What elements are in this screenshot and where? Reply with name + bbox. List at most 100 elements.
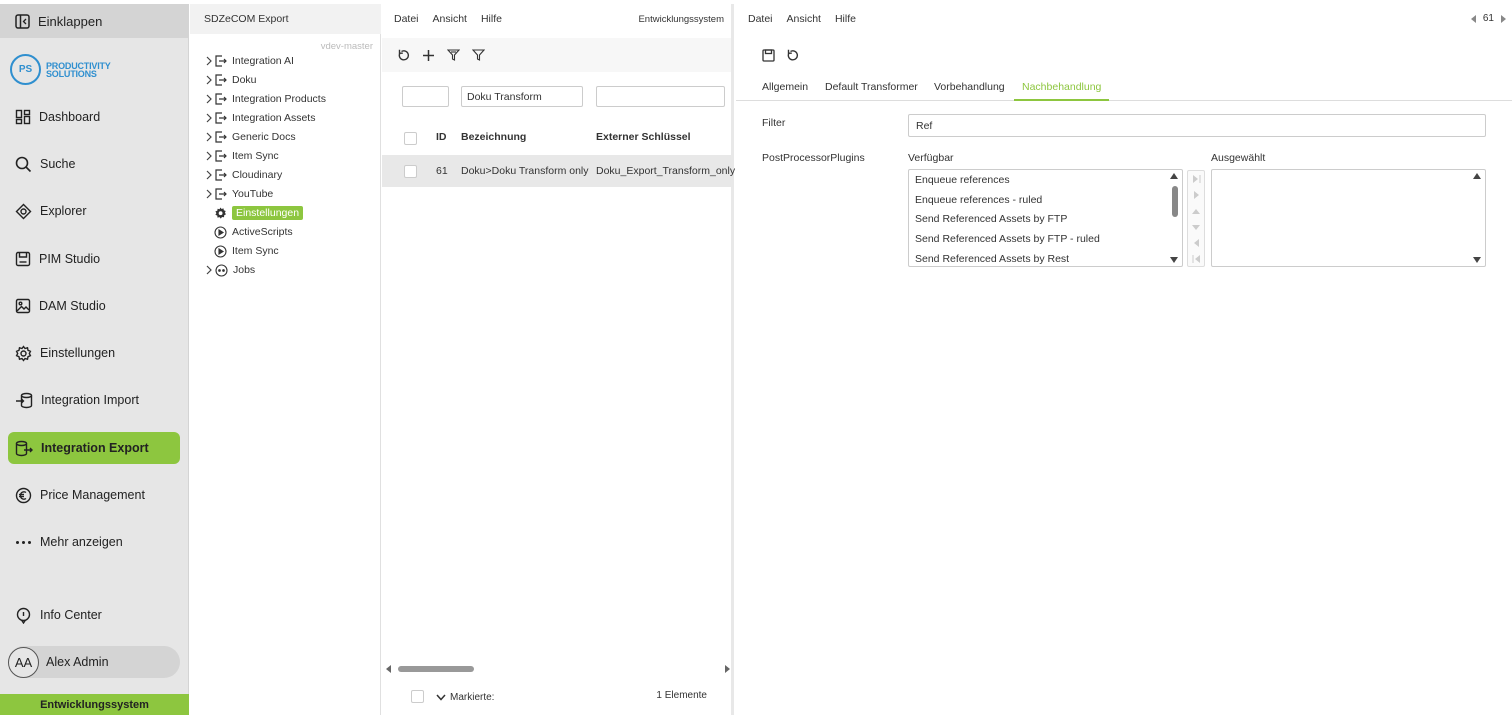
list-item[interactable]: Send Referenced Assets by Rest	[915, 253, 1069, 265]
scroll-down-icon[interactable]	[1473, 257, 1481, 263]
refresh-button[interactable]	[398, 49, 410, 61]
chevron-down-icon[interactable]	[436, 694, 446, 701]
move-all-left-button[interactable]	[1188, 251, 1204, 267]
element-count: 1 Elemente	[656, 690, 707, 701]
chevron-right-icon[interactable]	[204, 56, 214, 66]
scroll-up-icon[interactable]	[1170, 173, 1178, 179]
horizontal-scrollbar[interactable]	[386, 664, 730, 674]
nav-item-integration-export[interactable]: Integration Export	[8, 432, 180, 464]
move-right-icon	[1193, 191, 1199, 199]
reload-button[interactable]	[787, 49, 799, 61]
nav-item-more[interactable]: Mehr anzeigen	[8, 526, 180, 558]
move-up-button[interactable]	[1188, 203, 1204, 219]
tree-node-item-sync[interactable]: Item Sync	[214, 242, 279, 260]
user-menu[interactable]: AA Alex Admin	[8, 646, 180, 678]
tab-allgemein[interactable]: Allgemein	[762, 81, 808, 93]
list-item[interactable]: Enqueue references	[915, 174, 1010, 186]
add-button[interactable]	[422, 49, 435, 62]
nav-item-search[interactable]: Suche	[8, 148, 180, 180]
menu-help[interactable]: Hilfe	[481, 13, 502, 25]
key-filter-input[interactable]	[596, 86, 725, 107]
environment-bar: Entwicklungssystem	[0, 694, 189, 715]
version-label: vdev-master	[320, 41, 373, 52]
chevron-right-icon[interactable]	[204, 189, 214, 199]
column-header-id[interactable]: ID	[436, 131, 447, 143]
collapse-button[interactable]: Einklappen	[0, 4, 189, 38]
nav-item-info-center[interactable]: Info Center	[8, 599, 180, 631]
menu-view[interactable]: Ansicht	[787, 13, 821, 25]
scrollbar-thumb[interactable]	[1172, 186, 1178, 217]
import-icon	[16, 392, 33, 408]
tree-node[interactable]: Generic Docs	[204, 128, 296, 146]
menu-view[interactable]: Ansicht	[433, 13, 467, 25]
scroll-down-icon[interactable]	[1170, 257, 1178, 263]
tree-node[interactable]: Doku	[204, 71, 257, 89]
column-header-key[interactable]: Externer Schlüssel	[596, 131, 691, 143]
next-record-icon[interactable]	[1500, 14, 1506, 23]
filter-label: Filter	[762, 117, 786, 129]
company-logo: PS PRODUCTIVITY SOLUTIONS	[10, 54, 111, 85]
nav-item-integration-import[interactable]: Integration Import	[8, 384, 180, 416]
menu-file[interactable]: Datei	[748, 13, 773, 25]
tree-node-activescripts[interactable]: ActiveScripts	[214, 223, 293, 241]
chevron-right-icon[interactable]	[204, 132, 214, 142]
id-filter-input[interactable]	[402, 86, 449, 107]
tree-node[interactable]: Item Sync	[204, 147, 279, 165]
tree-node[interactable]: Integration AI	[204, 52, 294, 70]
chevron-right-icon[interactable]	[204, 75, 214, 85]
nav-item-price-management[interactable]: Price Management	[8, 479, 180, 511]
tab-default-transformer[interactable]: Default Transformer	[825, 81, 918, 93]
chevron-right-icon[interactable]	[204, 113, 214, 123]
filter-button[interactable]	[472, 49, 485, 61]
scroll-left-icon[interactable]	[386, 665, 392, 673]
scroll-up-icon[interactable]	[1473, 173, 1481, 179]
nav-item-dashboard[interactable]: Dashboard	[8, 101, 180, 133]
tree-node-settings[interactable]: Einstellungen	[214, 204, 304, 222]
available-plugins-list[interactable]: Enqueue references Enqueue references - …	[908, 169, 1183, 267]
nav-item-dam-studio[interactable]: DAM Studio	[8, 290, 180, 322]
user-name: Alex Admin	[46, 655, 109, 669]
gear-icon	[15, 344, 32, 362]
tree-node[interactable]: YouTube	[204, 185, 273, 203]
scroll-right-icon[interactable]	[724, 665, 730, 673]
tab-nachbehandlung[interactable]: Nachbehandlung	[1022, 81, 1101, 93]
filter-reset-button[interactable]	[447, 49, 460, 61]
nav-item-label: Price Management	[40, 488, 145, 502]
detail-menubar: Datei Ansicht Hilfe	[736, 4, 1512, 34]
menu-file[interactable]: Datei	[394, 13, 419, 25]
tree-title: SDZeCOM Export	[190, 4, 381, 34]
tree-node[interactable]: Integration Products	[204, 90, 326, 108]
row-id: 61	[436, 165, 448, 177]
previous-record-icon[interactable]	[1470, 14, 1477, 23]
chevron-right-icon[interactable]	[204, 265, 214, 275]
tree-node[interactable]: Cloudinary	[204, 166, 282, 184]
nav-item-pim-studio[interactable]: PIM Studio	[8, 243, 180, 275]
move-left-button[interactable]	[1188, 235, 1204, 251]
selected-plugins-list[interactable]	[1211, 169, 1486, 267]
nav-item-settings[interactable]: Einstellungen	[8, 337, 180, 369]
footer-checkbox[interactable]	[411, 690, 424, 703]
name-filter-input[interactable]	[461, 86, 583, 107]
list-item[interactable]: Send Referenced Assets by FTP - ruled	[915, 233, 1100, 245]
row-checkbox[interactable]	[404, 165, 417, 178]
move-right-button[interactable]	[1188, 187, 1204, 203]
chevron-right-icon[interactable]	[204, 151, 214, 161]
save-button[interactable]	[762, 48, 775, 62]
menu-help[interactable]: Hilfe	[835, 13, 856, 25]
tree-node-jobs[interactable]: Jobs	[204, 261, 255, 279]
filter-icon	[472, 49, 485, 61]
chevron-right-icon[interactable]	[204, 170, 214, 180]
tree-node-label: Integration Products	[232, 93, 326, 105]
list-item[interactable]: Enqueue references - ruled	[915, 194, 1042, 206]
tree-node[interactable]: Integration Assets	[204, 109, 315, 127]
tab-vorbehandlung[interactable]: Vorbehandlung	[934, 81, 1005, 93]
select-all-checkbox[interactable]	[404, 132, 417, 145]
filter-input[interactable]: Ref	[908, 114, 1486, 137]
scrollbar-thumb[interactable]	[398, 666, 474, 672]
move-all-right-button[interactable]	[1188, 171, 1204, 187]
list-item[interactable]: Send Referenced Assets by FTP	[915, 213, 1067, 225]
chevron-right-icon[interactable]	[204, 94, 214, 104]
column-header-name[interactable]: Bezeichnung	[461, 131, 526, 143]
nav-item-explorer[interactable]: Explorer	[8, 195, 180, 227]
move-down-button[interactable]	[1188, 219, 1204, 235]
